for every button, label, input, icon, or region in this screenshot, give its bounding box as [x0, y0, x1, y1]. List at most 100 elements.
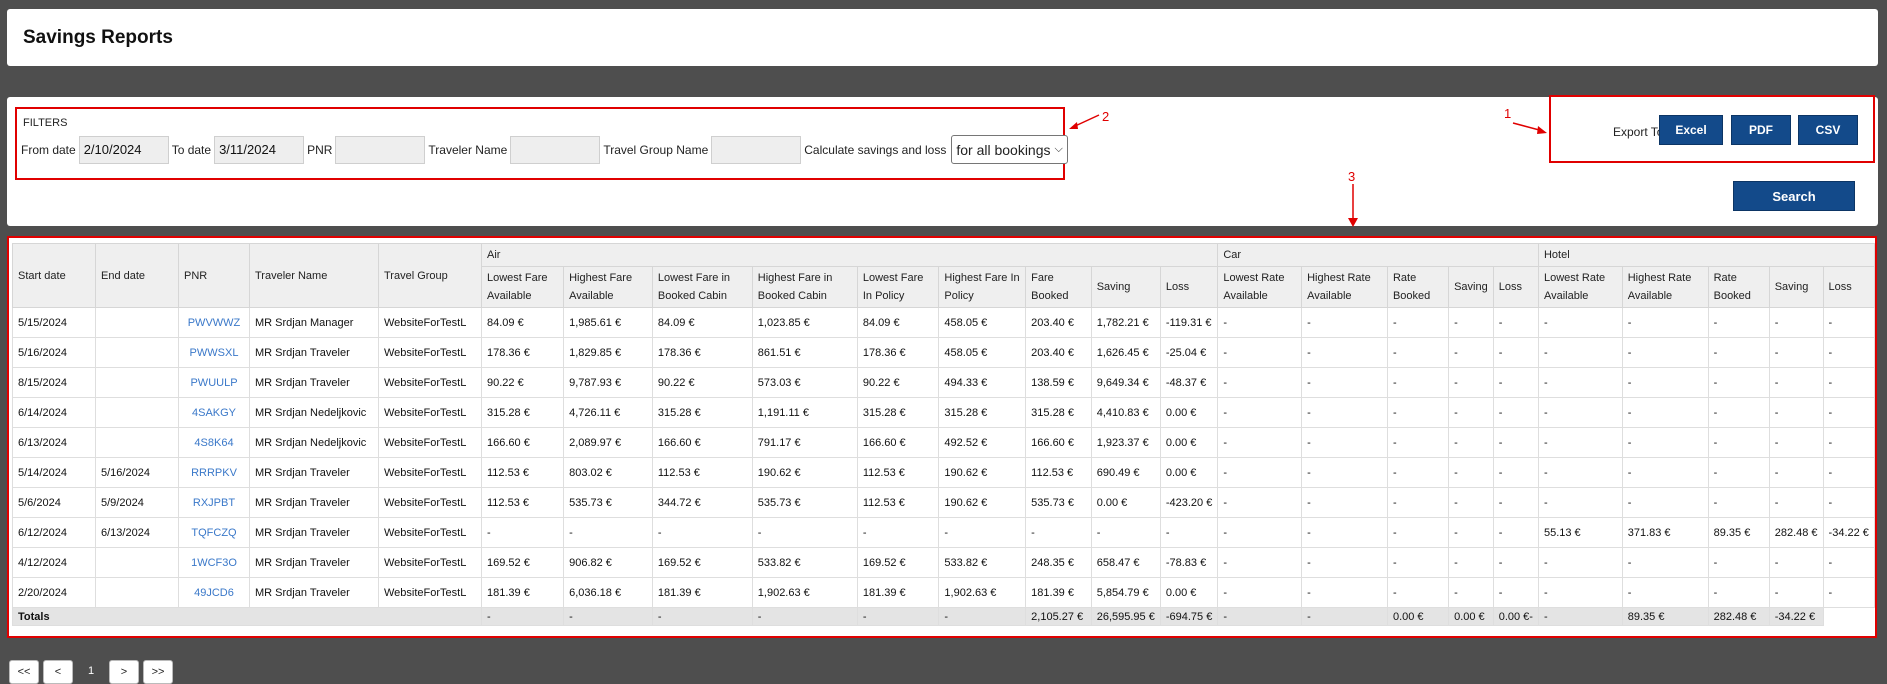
pager-last[interactable]: >> [143, 660, 173, 684]
table-cell: 248.35 € [1025, 547, 1092, 578]
pnr-link[interactable]: PWUULP [190, 377, 237, 389]
to-date-input[interactable] [214, 135, 305, 164]
from-date-input[interactable] [78, 135, 169, 164]
table-cell: - [1386, 457, 1450, 488]
table-cell: - [1537, 577, 1623, 608]
export-excel-button[interactable]: Excel [1659, 115, 1723, 145]
pnr-link[interactable]: RRRPKV [191, 467, 237, 479]
table-cell: 6/13/2024 [95, 517, 179, 548]
table-cell: - [1621, 577, 1709, 608]
pnr-link[interactable]: PWVWWZ [188, 317, 241, 329]
table-cell: - [1448, 547, 1494, 578]
table-cell: 181.39 € [651, 577, 753, 608]
table-cell: 1,191.11 € [751, 397, 858, 428]
pnr-link[interactable]: TQFCZQ [191, 527, 236, 539]
col-traveler-name: Traveler Name [249, 243, 379, 308]
pnr-link[interactable]: 4S8K64 [194, 437, 233, 449]
totals-label: Totals [12, 607, 482, 626]
chevron-down-icon: ⌵ [1054, 143, 1063, 155]
pager-next[interactable]: > [109, 660, 139, 684]
table-cell: - [1217, 577, 1303, 608]
table-cell: - [1386, 577, 1450, 608]
table-cell: - [1448, 337, 1494, 368]
table-cell: 533.82 € [938, 547, 1027, 578]
table-cell: - [1448, 307, 1494, 338]
group-hotel: Hotel [1537, 243, 1876, 267]
table-cell: - [1301, 547, 1388, 578]
calc-savings-select[interactable]: for all bookings ⌵ [951, 135, 1068, 164]
table-cell: 5/6/2024 [12, 487, 96, 518]
table-cell: 4/12/2024 [12, 547, 96, 578]
table-cell: - [1492, 517, 1539, 548]
table-cell: 112.53 € [651, 457, 753, 488]
col-start-date: Start date [12, 243, 96, 308]
title-card: Savings Reports [7, 9, 1878, 66]
table-cell: - [651, 517, 753, 548]
table-cell: - [480, 517, 565, 548]
col-hotel-4: Loss [1822, 266, 1876, 308]
table-cell: 2,089.97 € [563, 427, 653, 458]
table-cell: 535.73 € [563, 487, 653, 518]
table-cell [95, 547, 179, 578]
table-cell: - [1537, 547, 1623, 578]
traveler-name-input[interactable] [510, 135, 601, 164]
pager-prev[interactable]: < [43, 660, 73, 684]
pnr-link[interactable]: 1WCF3O [191, 557, 237, 569]
annotation-3: 3 [1348, 169, 1356, 184]
table-cell: - [1217, 337, 1303, 368]
table-cell: 90.22 € [651, 367, 753, 398]
table-cell: -78.83 € [1159, 547, 1219, 578]
table-cell: WebsiteForTestL [378, 487, 482, 518]
totals-cell: 89.35 € [1621, 607, 1709, 626]
table-cell: 0.00 € [1159, 397, 1219, 428]
table-cell: 6/14/2024 [12, 397, 96, 428]
table-cell: 690.49 € [1090, 457, 1161, 488]
totals-cell: 26,595.95 € [1090, 607, 1161, 626]
table-row: 6/14/2024 4SAKGY MR Srdjan Nedeljkovic Webs… [12, 397, 1876, 428]
pnr-link[interactable]: RXJPBT [193, 497, 235, 509]
pager-current-page[interactable]: 1 [77, 660, 105, 682]
table-cell: 90.22 € [480, 367, 565, 398]
totals-cell: - [856, 607, 940, 626]
col-air-5: Highest Fare In Policy [938, 266, 1027, 308]
export-csv-button[interactable]: CSV [1798, 115, 1858, 145]
pnr-label: PNR [307, 142, 333, 157]
table-cell: 4,726.11 € [563, 397, 653, 428]
table-cell: MR Srdjan Traveler [249, 577, 379, 608]
table-cell: - [1707, 577, 1770, 608]
table-cell: 4S8K64 [178, 427, 250, 458]
table-cell: - [1301, 517, 1388, 548]
table-cell: 1,985.61 € [563, 307, 653, 338]
table-cell: WebsiteForTestL [378, 367, 482, 398]
to-date-label: To date [171, 142, 212, 157]
col-car-3: Saving [1448, 266, 1494, 308]
table-cell: - [563, 517, 653, 548]
table-cell: 5/15/2024 [12, 307, 96, 338]
table-cell: - [1025, 517, 1092, 548]
pnr-link[interactable]: 4SAKGY [192, 407, 236, 419]
pager-first[interactable]: << [9, 660, 39, 684]
table-cell: - [1448, 427, 1494, 458]
pnr-input[interactable] [335, 135, 426, 164]
search-button[interactable]: Search [1733, 181, 1855, 211]
table-cell: - [1448, 457, 1494, 488]
travel-group-input[interactable] [711, 135, 802, 164]
table-cell: - [1768, 427, 1824, 458]
table-cell [95, 397, 179, 428]
table-cell: - [1707, 427, 1770, 458]
table-cell: MR Srdjan Manager [249, 307, 379, 338]
table-cell: - [1492, 457, 1539, 488]
table-cell: 803.02 € [563, 457, 653, 488]
table-cell: - [1386, 427, 1450, 458]
table-cell: 89.35 € [1707, 517, 1770, 548]
table-cell: 658.47 € [1090, 547, 1161, 578]
table-cell: - [1537, 397, 1623, 428]
totals-cell: -34.22 € [1768, 607, 1824, 626]
pnr-link[interactable]: 49JCD6 [194, 587, 234, 599]
pnr-link[interactable]: PWWSXL [190, 347, 239, 359]
table-cell: - [1822, 487, 1876, 518]
table-cell: - [1301, 397, 1388, 428]
table-cell: 90.22 € [856, 367, 940, 398]
export-pdf-button[interactable]: PDF [1731, 115, 1791, 145]
totals-cell: - [651, 607, 753, 626]
